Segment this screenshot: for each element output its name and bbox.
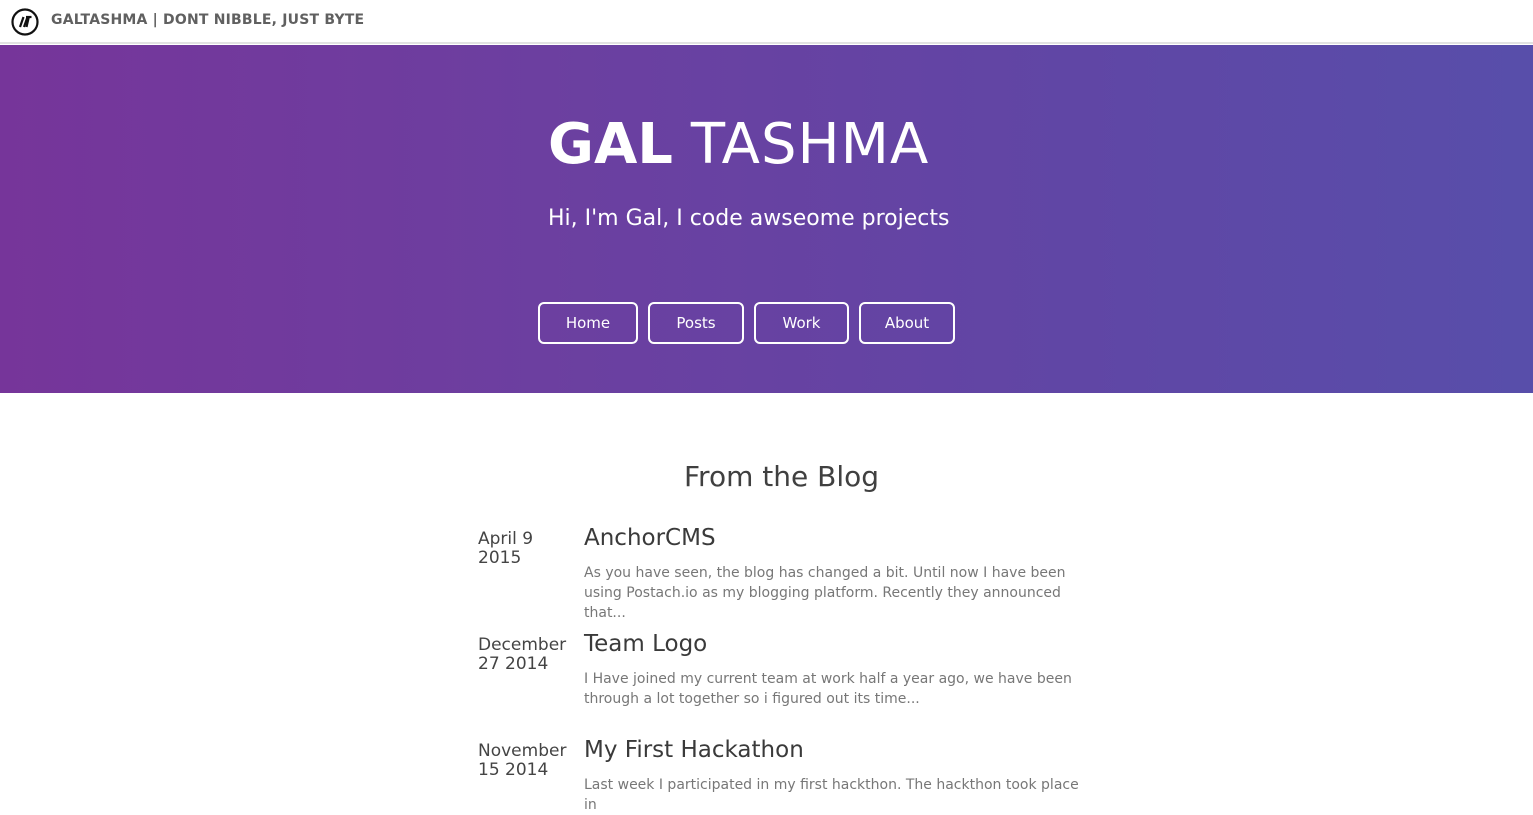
gt-logo-icon[interactable]	[11, 8, 39, 36]
hero-title-last: TASHMA	[690, 112, 930, 177]
post-date-line2: 15 2014	[478, 760, 549, 780]
hero-banner: GAL TASHMA Hi, I'm Gal, I code awseome p…	[0, 45, 1533, 393]
post-date: November 15 2014	[478, 742, 578, 780]
top-bar: GALTASHMA | DONT NIBBLE, JUST BYTE	[0, 0, 1533, 44]
post-title[interactable]: My First Hackathon	[584, 737, 804, 763]
post-title[interactable]: Team Logo	[584, 631, 707, 657]
post-excerpt: As you have seen, the blog has changed a…	[584, 565, 1066, 621]
nav-work-button[interactable]: Work	[754, 302, 849, 344]
hero-subtitle: Hi, I'm Gal, I code awseome projects	[548, 206, 950, 231]
hero-title: GAL TASHMA	[548, 117, 929, 173]
post-date-line1: April 9	[478, 529, 534, 549]
nav-about-button[interactable]: About	[859, 302, 955, 344]
post-date-line1: November	[478, 741, 567, 761]
post-date-line2: 2015	[478, 548, 522, 568]
nav-home-button[interactable]: Home	[538, 302, 638, 344]
hero-title-first: GAL	[548, 112, 673, 177]
post-date: April 9 2015	[478, 530, 578, 568]
post-date-line1: December	[478, 635, 567, 655]
post-date-line2: 27 2014	[478, 654, 549, 674]
nav-posts-button[interactable]: Posts	[648, 302, 744, 344]
post-excerpt: Last week I participated in my first hac…	[584, 777, 1079, 813]
post-title[interactable]: AnchorCMS	[584, 525, 716, 551]
post-excerpt: I Have joined my current team at work ha…	[584, 671, 1072, 707]
site-title[interactable]: GALTASHMA | DONT NIBBLE, JUST BYTE	[51, 12, 364, 28]
post-date: December 27 2014	[478, 636, 578, 674]
blog-heading: From the Blog	[683, 460, 879, 493]
